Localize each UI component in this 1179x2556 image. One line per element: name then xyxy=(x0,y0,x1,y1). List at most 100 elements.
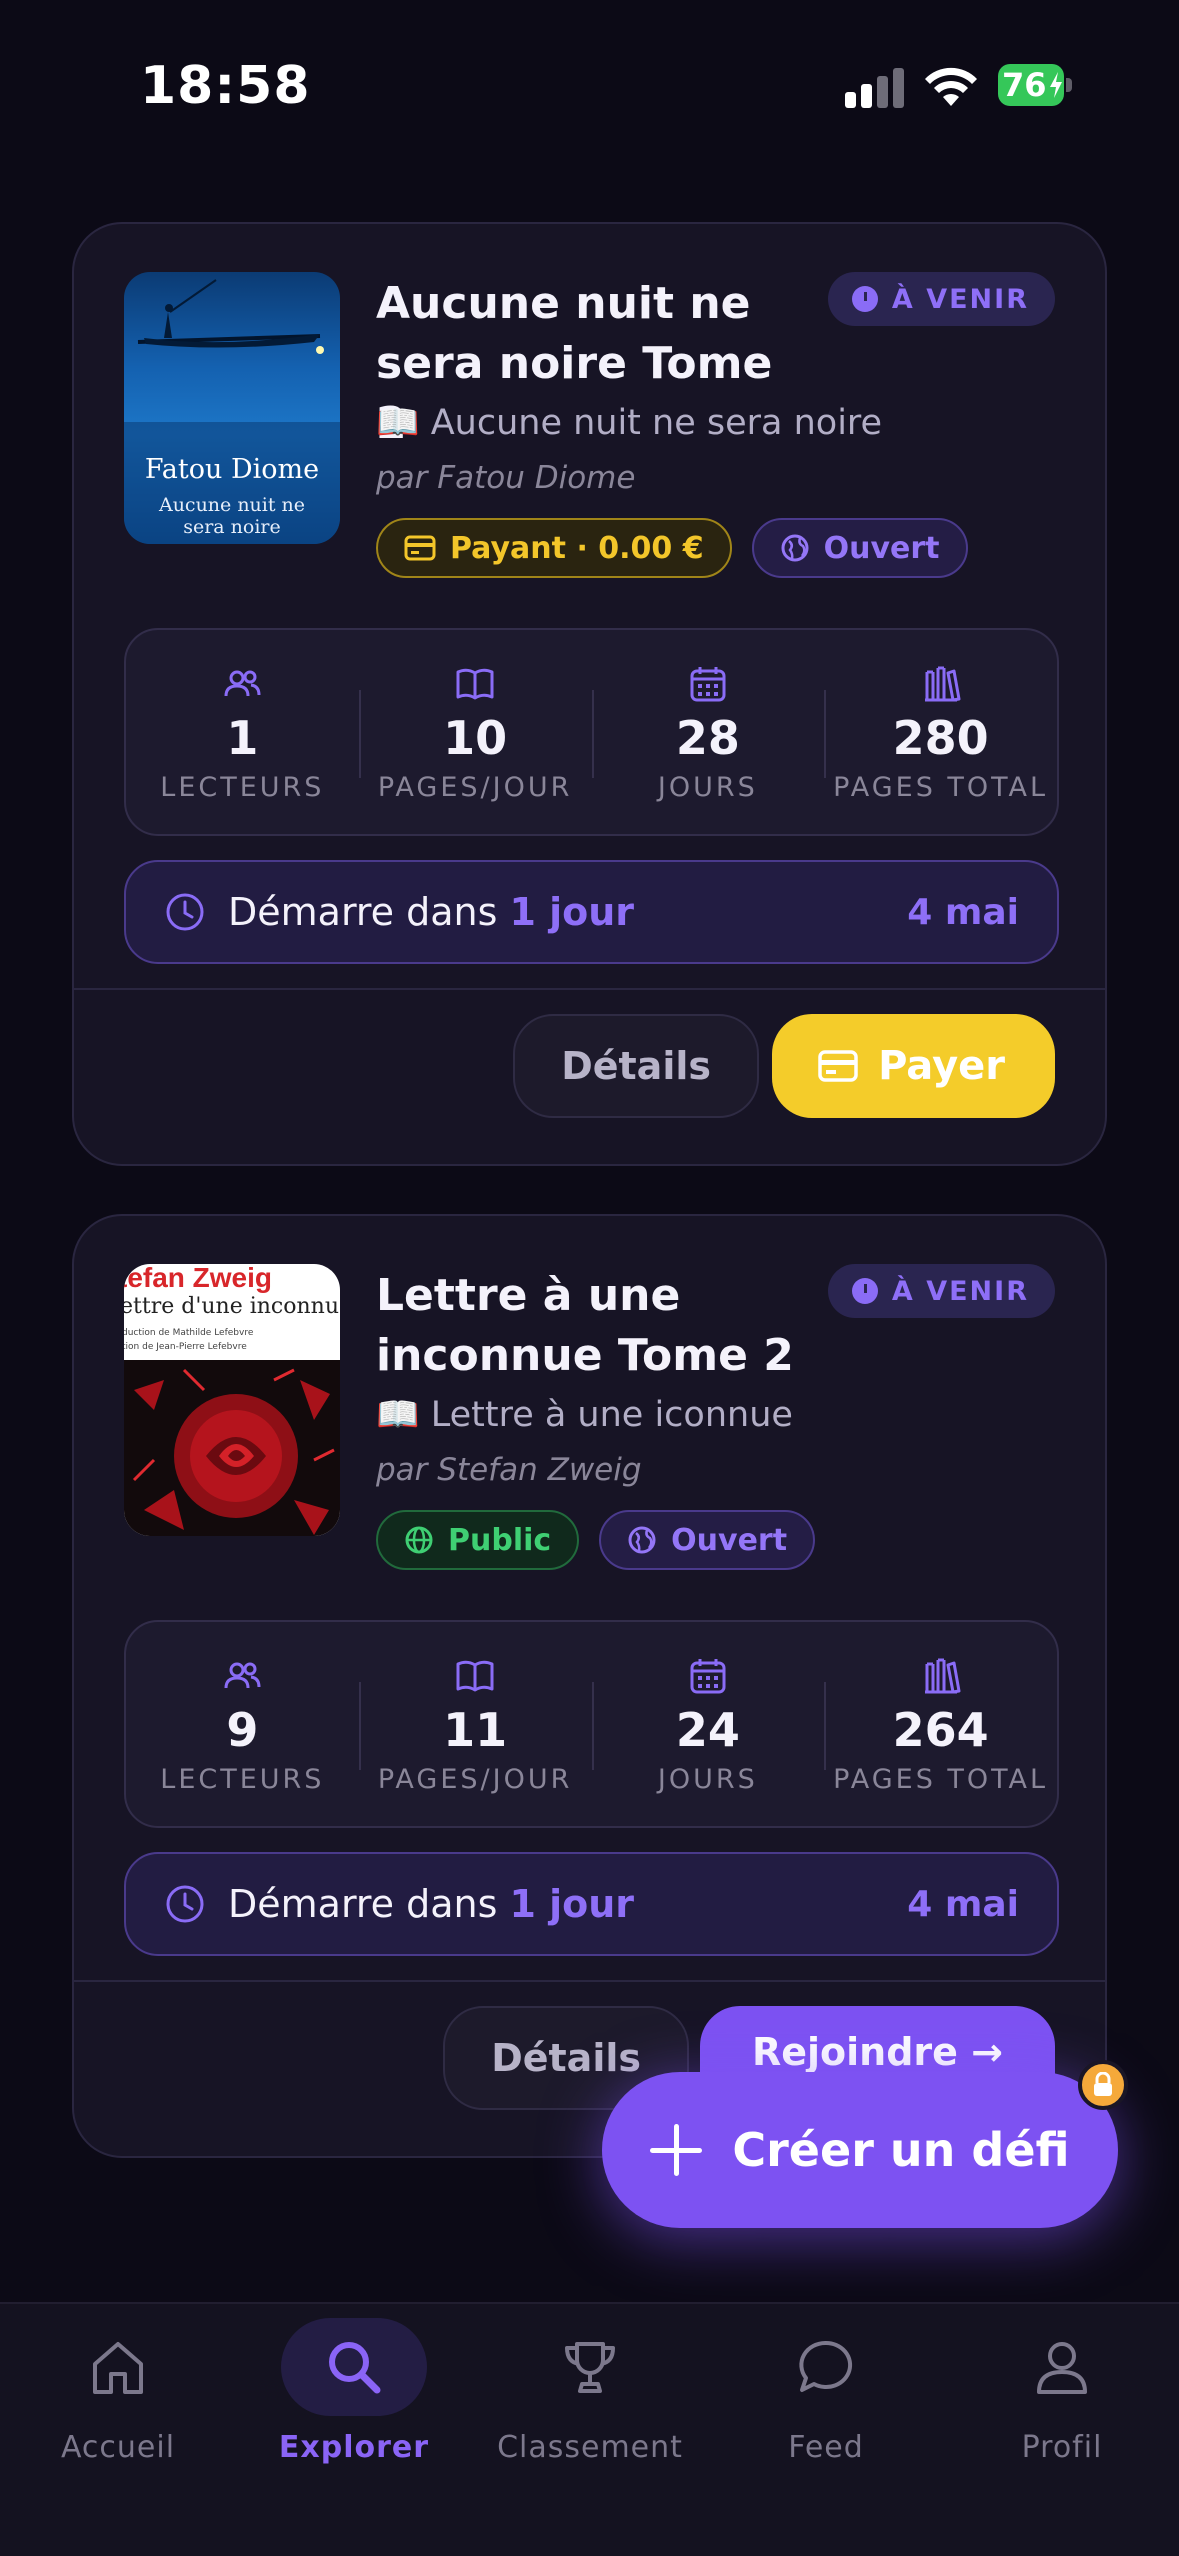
library-icon xyxy=(924,1658,961,1694)
stat-label: PAGES/JOUR xyxy=(377,1764,573,1795)
start-countdown: 1 jour xyxy=(509,1882,635,1926)
book-cover: Fatou Diome Aucune nuit ne sera noire xyxy=(124,272,340,544)
clock-icon xyxy=(166,1885,204,1923)
pay-button-label: Payer xyxy=(878,1043,1005,1089)
nav-item-accueil[interactable]: Accueil xyxy=(0,2304,236,2504)
stat-value: 9 xyxy=(226,1703,259,1757)
stat-label: PAGES TOTAL xyxy=(833,1764,1049,1795)
start-date: 4 mai xyxy=(907,1883,1019,1925)
challenge-title: Lettre à une inconnue Tome 2 xyxy=(376,1270,794,1381)
battery-level: 76 xyxy=(1002,66,1047,104)
status-badge: À VENIR xyxy=(827,272,1055,326)
status-badge: À VENIR xyxy=(827,1264,1055,1318)
challenge-stats: 1 LECTEURS 10 PAGES/JOUR 28 JOURS 280 PA… xyxy=(124,628,1059,836)
search-icon xyxy=(329,2342,381,2394)
create-challenge-button[interactable]: Créer un défi xyxy=(602,2072,1118,2228)
start-banner: Démarre dans 1 jour 4 mai xyxy=(124,860,1059,964)
nav-item-explorer[interactable]: Explorer xyxy=(236,2304,472,2504)
price-tag: Payant · 0.00 € xyxy=(376,518,732,578)
stat-pages-per-day: 10 PAGES/JOUR xyxy=(358,630,592,834)
stat-value: 10 xyxy=(443,711,508,765)
stat-days: 28 JOURS xyxy=(591,630,825,834)
plus-icon xyxy=(650,2124,703,2176)
user-icon xyxy=(1037,2342,1087,2394)
challenge-card[interactable]: Fatou Diome Aucune nuit ne sera noire Au… xyxy=(72,222,1107,1166)
start-date: 4 mai xyxy=(907,891,1019,933)
book-author: par Fatou Diome xyxy=(376,460,636,496)
cover-author: Fatou Diome xyxy=(144,454,320,485)
users-icon xyxy=(224,670,261,697)
access-tag: Ouvert xyxy=(599,1510,816,1570)
bottom-navigation: Accueil Explorer Classement Feed Profil xyxy=(0,2302,1179,2556)
access-tag-label: Ouvert xyxy=(671,1522,788,1558)
access-tag: Ouvert xyxy=(751,518,968,578)
stat-pages-per-day: 11 PAGES/JOUR xyxy=(358,1622,592,1826)
stat-value: 24 xyxy=(675,1703,740,1757)
clock-icon xyxy=(851,1278,878,1304)
nav-item-classement[interactable]: Classement xyxy=(472,2304,708,2504)
stat-readers: 1 LECTEURS xyxy=(126,630,359,834)
open-book-icon xyxy=(456,1660,494,1692)
card-divider xyxy=(74,1980,1105,1982)
start-countdown: 1 jour xyxy=(509,890,635,934)
nav-label: Classement xyxy=(497,2430,683,2465)
price-tag-label: Payant · 0.00 € xyxy=(450,530,704,566)
globe-icon xyxy=(781,534,809,562)
globe-icon xyxy=(405,1526,433,1554)
nav-label: Explorer xyxy=(278,2430,430,2465)
book-author: par Stefan Zweig xyxy=(376,1452,642,1488)
lock-icon xyxy=(1078,2060,1128,2110)
nav-item-profil[interactable]: Profil xyxy=(944,2304,1179,2504)
card-divider xyxy=(74,988,1105,990)
stat-total-pages: 264 PAGES TOTAL xyxy=(824,1622,1057,1826)
calendar-icon xyxy=(690,1659,726,1694)
visibility-tag-label: Public xyxy=(448,1522,552,1558)
start-label: Démarre dans xyxy=(228,1882,498,1926)
status-badge-label: À VENIR xyxy=(891,283,1029,315)
battery-icon: 76 xyxy=(998,64,1072,106)
nav-label: Accueil xyxy=(60,2430,176,2465)
chat-bubble-icon xyxy=(799,2340,853,2392)
stat-value: 280 xyxy=(892,711,989,765)
cover-title: ettre d'une inconnue xyxy=(124,1294,340,1319)
credit-card-icon xyxy=(818,1050,858,1082)
calendar-icon xyxy=(690,667,726,702)
cover-translator: duction de Mathilde Lefebvre xyxy=(124,1328,254,1338)
status-badge-label: À VENIR xyxy=(891,1275,1029,1307)
challenge-card[interactable]: tefan Zweig ettre d'une inconnue duction… xyxy=(72,1214,1107,2158)
open-book-icon xyxy=(456,668,494,700)
cover-editor: tion de Jean-Pierre Lefebvre xyxy=(124,1342,247,1352)
library-icon xyxy=(924,666,961,702)
book-title: 📖 Lettre à une iconnue xyxy=(376,1395,793,1435)
credit-card-icon xyxy=(404,535,436,561)
details-button[interactable]: Détails xyxy=(513,1014,759,1118)
clock-icon xyxy=(166,893,204,931)
globe-icon xyxy=(628,1526,656,1554)
charging-bolt-icon xyxy=(1050,72,1062,98)
pay-button[interactable]: Payer xyxy=(772,1014,1055,1118)
stat-value: 28 xyxy=(675,711,740,765)
nav-label: Profil xyxy=(1021,2430,1103,2465)
stat-days: 24 JOURS xyxy=(591,1622,825,1826)
stat-value: 264 xyxy=(892,1703,989,1757)
start-label: Démarre dans xyxy=(228,890,498,934)
stat-readers: 9 LECTEURS xyxy=(126,1622,359,1826)
status-time: 18:58 xyxy=(140,56,311,116)
users-icon xyxy=(224,1662,261,1689)
tag-list: Public Ouvert xyxy=(376,1510,816,1570)
stat-label: LECTEURS xyxy=(160,772,325,803)
cover-title: Aucune nuit ne sera noire xyxy=(158,494,306,538)
stat-label: LECTEURS xyxy=(160,1764,325,1795)
rose-illustration xyxy=(124,1360,340,1536)
home-icon xyxy=(93,2342,143,2394)
wifi-icon xyxy=(925,67,977,106)
stat-value: 11 xyxy=(443,1703,508,1757)
start-banner: Démarre dans 1 jour 4 mai xyxy=(124,1852,1059,1956)
nav-item-feed[interactable]: Feed xyxy=(708,2304,944,2504)
stat-label: PAGES/JOUR xyxy=(377,772,573,803)
book-title: 📖 Aucune nuit ne sera noire xyxy=(376,403,883,443)
access-tag-label: Ouvert xyxy=(823,530,940,566)
status-bar: 18:58 76 xyxy=(0,0,1179,170)
create-challenge-label: Créer un défi xyxy=(732,2123,1070,2177)
cover-author: tefan Zweig xyxy=(124,1264,273,1293)
